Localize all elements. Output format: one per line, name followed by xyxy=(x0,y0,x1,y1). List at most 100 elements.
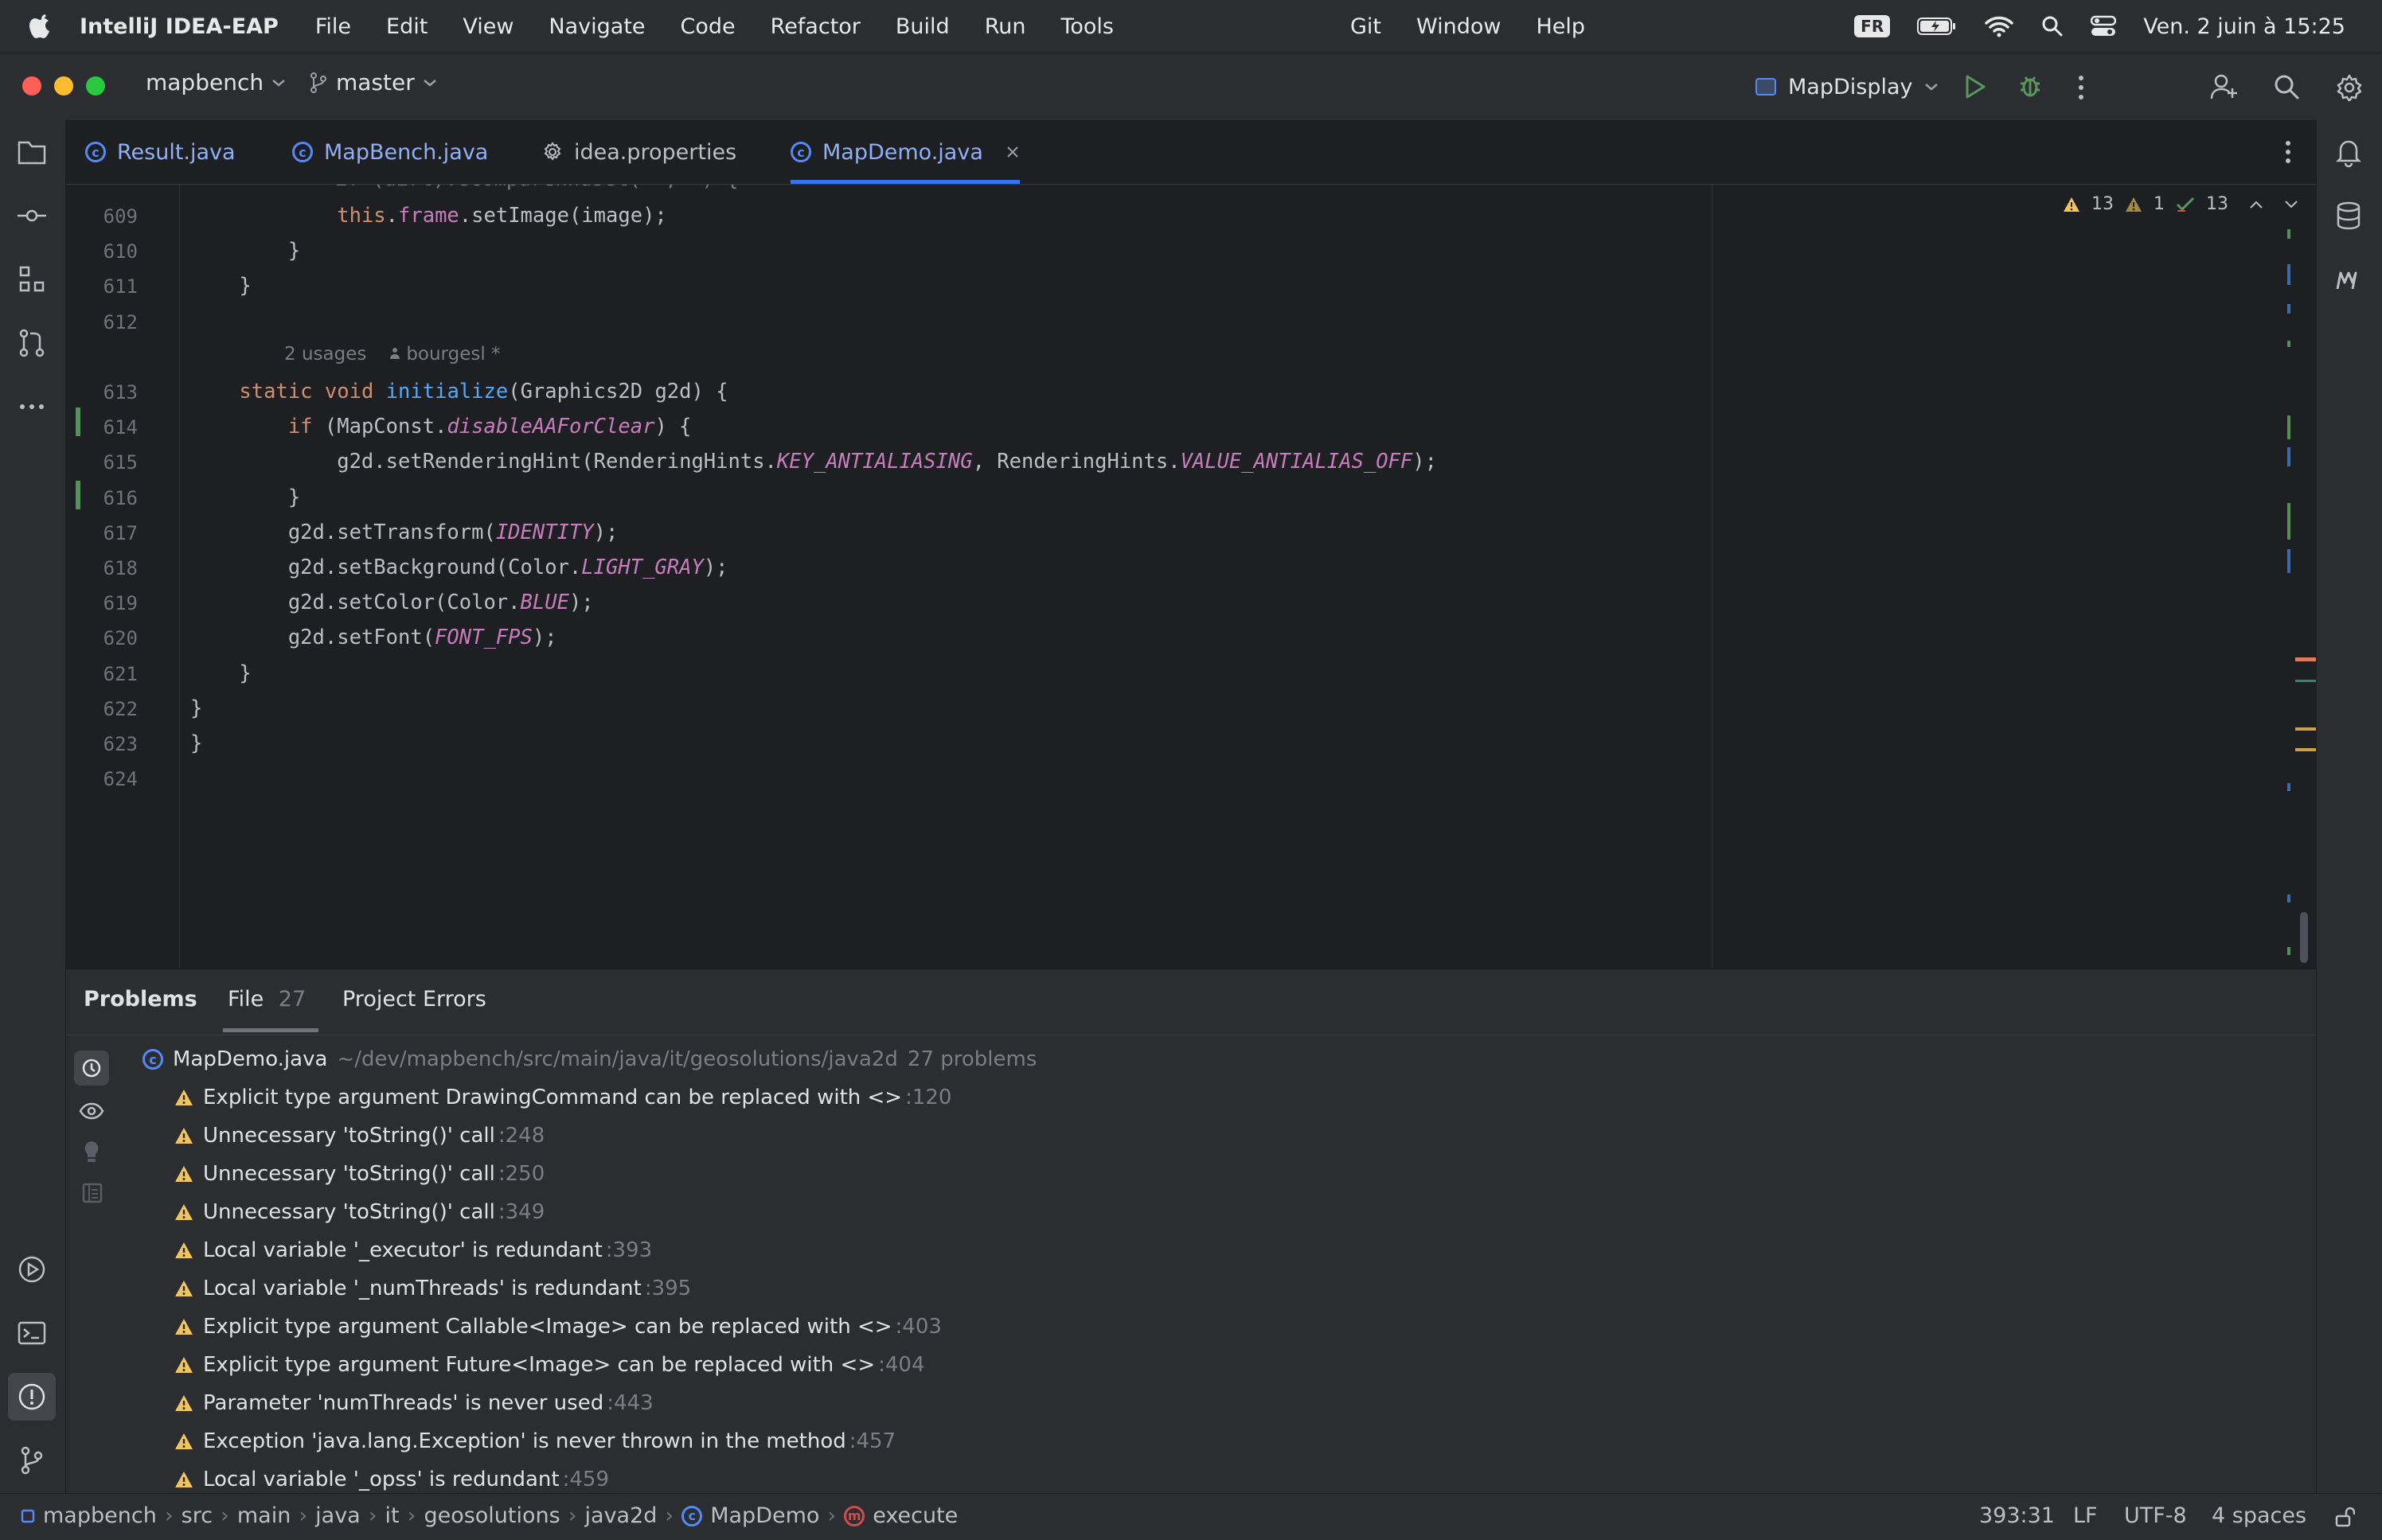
breadcrumb-item[interactable]: MapDemo xyxy=(710,1503,819,1528)
line-number[interactable]: 623 xyxy=(90,733,138,755)
code-line[interactable]: this.frame.setImage(image); xyxy=(190,204,667,228)
auto-refresh-icon[interactable] xyxy=(80,1057,103,1079)
menu-build[interactable]: Build xyxy=(896,14,950,39)
code-editor[interactable]: if (dirt).ecomparenndset( , ) { 2 usages… xyxy=(66,185,2316,968)
tab-mapdemo-java[interactable]: c MapDemo.java xyxy=(791,120,1020,184)
commit-icon[interactable] xyxy=(16,200,48,232)
breadcrumb-item[interactable]: mapbench xyxy=(43,1503,157,1528)
code-line[interactable]: } xyxy=(190,731,202,755)
line-number[interactable]: 612 xyxy=(90,311,138,333)
code-line[interactable]: g2d.setTransform(IDENTITY); xyxy=(190,520,619,544)
error-stripe-warning[interactable] xyxy=(2295,748,2316,751)
close-tab-icon[interactable] xyxy=(1006,145,1020,159)
chevron-up-icon[interactable] xyxy=(2249,200,2263,209)
stripe-mark[interactable] xyxy=(2287,447,2290,466)
spotlight-icon[interactable] xyxy=(2041,15,2064,37)
input-source-badge[interactable]: FR xyxy=(1854,15,1891,37)
menu-refactor[interactable]: Refactor xyxy=(771,14,861,39)
code-line[interactable]: if (MapConst.disableAAForClear) { xyxy=(190,415,692,439)
stripe-mark[interactable] xyxy=(2287,947,2290,955)
unlock-icon[interactable] xyxy=(2334,1507,2355,1527)
vcs-change-marker[interactable] xyxy=(76,407,80,436)
project-selector[interactable]: mapbench xyxy=(146,69,286,96)
line-number[interactable]: 613 xyxy=(90,381,138,404)
code-line[interactable]: } xyxy=(190,274,251,298)
problem-item[interactable]: Local variable '_executor' is redundant:… xyxy=(174,1238,652,1262)
project-folder-icon[interactable] xyxy=(16,136,48,168)
breadcrumb-item[interactable]: java2d xyxy=(585,1503,658,1528)
battery-icon[interactable] xyxy=(1917,17,1957,36)
more-options-icon[interactable] xyxy=(2076,74,2086,101)
error-stripe-mark[interactable] xyxy=(2295,680,2316,682)
code-line[interactable]: static void initialize(Graphics2D g2d) { xyxy=(190,380,728,404)
line-number[interactable]: 609 xyxy=(90,205,138,228)
preview-icon[interactable] xyxy=(82,1183,103,1203)
control-center-icon[interactable] xyxy=(2091,15,2117,37)
line-number[interactable]: 611 xyxy=(90,275,138,298)
breadcrumb-item[interactable]: geosolutions xyxy=(424,1503,560,1528)
stripe-mark[interactable] xyxy=(2287,549,2290,573)
problem-item[interactable]: Unnecessary 'toString()' call:349 xyxy=(174,1200,545,1224)
menu-code[interactable]: Code xyxy=(681,14,736,39)
line-number[interactable]: 619 xyxy=(90,592,138,614)
structure-icon[interactable] xyxy=(16,263,48,295)
breadcrumb-item[interactable]: src xyxy=(182,1503,213,1528)
error-stripe-warning[interactable] xyxy=(2295,727,2316,731)
eye-icon[interactable] xyxy=(79,1101,104,1121)
editor-scrollbar-thumb[interactable] xyxy=(2300,912,2308,963)
menu-help[interactable]: Help xyxy=(1536,14,1585,39)
stripe-mark[interactable] xyxy=(2287,415,2290,439)
stripe-mark[interactable] xyxy=(2287,264,2290,285)
problem-item[interactable]: Explicit type argument Callable<Image> c… xyxy=(174,1315,942,1339)
code-line[interactable]: g2d.setRenderingHint(RenderingHints.KEY_… xyxy=(190,450,1437,474)
line-number[interactable]: 615 xyxy=(90,451,138,474)
stripe-mark[interactable] xyxy=(2287,341,2290,347)
notifications-bell-icon[interactable] xyxy=(2333,136,2364,168)
usages-hint[interactable]: 2 usages xyxy=(284,344,366,365)
line-number[interactable]: 617 xyxy=(90,522,138,544)
run-icon[interactable] xyxy=(1963,74,1987,99)
line-number[interactable]: 614 xyxy=(90,416,138,439)
problems-icon[interactable] xyxy=(16,1381,48,1413)
settings-gear-icon[interactable] xyxy=(2336,74,2363,101)
code-line[interactable]: } xyxy=(190,661,251,685)
line-separator[interactable]: LF xyxy=(2073,1503,2098,1528)
problem-item[interactable]: Local variable '_numThreads' is redundan… xyxy=(174,1277,691,1300)
menu-window[interactable]: Window xyxy=(1416,14,1501,39)
author-hint[interactable]: bourgesl * xyxy=(389,344,501,365)
tab-mapbench-java[interactable]: c MapBench.java xyxy=(292,120,488,184)
problem-item[interactable]: Exception 'java.lang.Exception' is never… xyxy=(174,1429,896,1453)
more-tools-icon[interactable] xyxy=(16,391,48,423)
vcs-change-marker[interactable] xyxy=(76,481,80,509)
stripe-mark[interactable] xyxy=(2287,783,2290,791)
database-icon[interactable] xyxy=(2333,200,2364,232)
breadcrumb-item[interactable]: execute xyxy=(873,1503,958,1528)
stripe-mark[interactable] xyxy=(2287,229,2290,239)
search-icon[interactable] xyxy=(2274,74,2299,99)
problem-item[interactable]: Unnecessary 'toString()' call:248 xyxy=(174,1124,545,1148)
app-name[interactable]: IntelliJ IDEA-EAP xyxy=(80,14,279,39)
tab-options-icon[interactable] xyxy=(2284,139,2292,165)
wifi-icon[interactable] xyxy=(1984,15,2014,37)
lightbulb-icon[interactable] xyxy=(82,1140,101,1164)
indent-setting[interactable]: 4 spaces xyxy=(2212,1503,2306,1528)
tab-project-errors[interactable]: Project Errors xyxy=(342,987,486,1012)
close-window-button[interactable] xyxy=(22,76,41,96)
tab-file-problems[interactable]: File 27 xyxy=(222,987,319,1032)
line-number[interactable]: 616 xyxy=(90,487,138,509)
error-stripe-warning[interactable] xyxy=(2295,657,2316,661)
maven-icon[interactable] xyxy=(2333,263,2364,295)
code-line[interactable]: } xyxy=(190,696,202,720)
git-icon[interactable] xyxy=(16,1444,48,1476)
line-number[interactable]: 621 xyxy=(90,663,138,685)
breadcrumb-item[interactable]: java xyxy=(315,1503,361,1528)
minimize-window-button[interactable] xyxy=(54,76,73,96)
menu-edit[interactable]: Edit xyxy=(386,14,428,39)
problem-item[interactable]: Local variable '_opss' is redundant:459 xyxy=(174,1468,609,1491)
code-line[interactable]: g2d.setColor(Color.BLUE); xyxy=(190,591,594,614)
menu-git[interactable]: Git xyxy=(1350,14,1381,39)
run-config-selector[interactable]: MapDisplay xyxy=(1755,64,1939,109)
breadcrumb-item[interactable]: it xyxy=(385,1503,400,1528)
problem-item[interactable]: Explicit type argument Future<Image> can… xyxy=(174,1353,925,1377)
menu-run[interactable]: Run xyxy=(985,14,1026,39)
